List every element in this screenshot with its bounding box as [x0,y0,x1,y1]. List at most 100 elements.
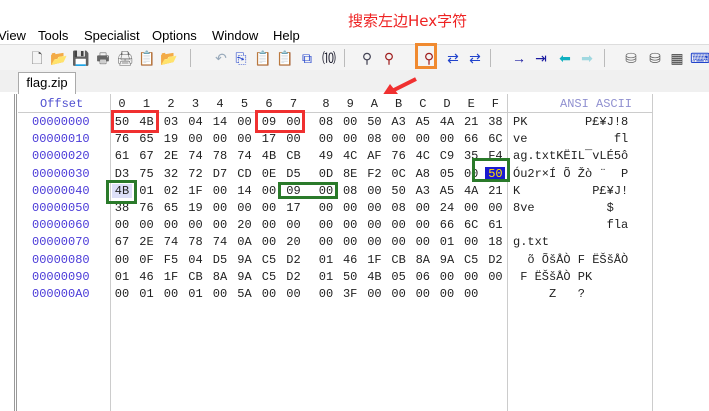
hex-byte[interactable]: A5 [437,184,457,198]
hex-byte[interactable]: CB [284,149,304,163]
hex-byte[interactable]: 00 [364,287,384,301]
hex-byte[interactable]: 00 [389,132,409,146]
hex-byte[interactable]: 5A [235,287,255,301]
hex-byte[interactable]: 24 [437,201,457,215]
hex-byte[interactable]: 00 [413,287,433,301]
hex-byte[interactable]: 9A [235,253,255,267]
hex-byte[interactable]: 78 [186,235,206,249]
hex-byte[interactable]: 4B [259,149,279,163]
hex-byte[interactable]: 01 [137,184,157,198]
hex-byte[interactable]: C5 [461,253,481,267]
hex-byte[interactable]: 00 [461,201,481,215]
hex-byte[interactable]: 08 [340,184,360,198]
hex-byte[interactable]: 00 [389,235,409,249]
hex-byte[interactable]: 0F [137,253,157,267]
hex-byte[interactable]: D7 [210,167,230,181]
hex-byte[interactable]: 00 [461,287,481,301]
hex-byte[interactable]: 00 [210,184,230,198]
hex-byte[interactable]: 01 [437,235,457,249]
hex-byte[interactable]: 17 [284,201,304,215]
hex-byte[interactable]: 00 [235,201,255,215]
menu-view[interactable]: View [0,28,26,43]
hex-byte[interactable]: 4A [461,184,481,198]
hex-byte[interactable]: 00 [259,235,279,249]
tab-flag-zip[interactable]: flag.zip [18,72,76,95]
hex-byte[interactable]: 46 [340,253,360,267]
hex-byte[interactable]: 75 [137,167,157,181]
hex-byte[interactable]: 00 [186,218,206,232]
hex-byte[interactable]: A8 [413,167,433,181]
back-icon[interactable]: ⬅ [556,49,574,67]
hex-byte[interactable]: 00 [437,132,457,146]
menu-options[interactable]: Options [152,28,197,43]
hex-byte[interactable]: 00 [364,218,384,232]
hex-byte[interactable]: 08 [364,132,384,146]
hex-byte[interactable]: 67 [137,149,157,163]
hex-byte[interactable]: 66 [461,132,481,146]
hex-byte[interactable]: 76 [112,132,132,146]
keyboard-icon[interactable]: ⌨ [690,49,709,67]
hex-byte[interactable]: 00 [364,184,384,198]
new-file-icon[interactable]: 🗋 [28,49,46,67]
hex-byte[interactable]: 72 [186,167,206,181]
hex-byte[interactable]: 76 [137,201,157,215]
menu-window[interactable]: Window [212,28,258,43]
hex-byte[interactable]: 06 [413,270,433,284]
hex-byte[interactable]: D3 [112,167,132,181]
hex-byte[interactable]: 00 [210,201,230,215]
hex-byte[interactable]: 65 [137,132,157,146]
hex-byte[interactable]: C5 [259,253,279,267]
hex-byte[interactable]: 74 [210,235,230,249]
hex-byte[interactable]: 00 [112,253,132,267]
hex-byte[interactable]: 00 [210,132,230,146]
hex-byte[interactable]: 0A [235,235,255,249]
hex-byte[interactable]: D2 [485,253,505,267]
hex-byte[interactable]: 00 [413,218,433,232]
hex-byte[interactable]: 50 [340,270,360,284]
menu-help[interactable]: Help [273,28,300,43]
hex-byte[interactable]: 74 [186,149,206,163]
hex-byte[interactable]: 1F [364,253,384,267]
hex-byte[interactable]: 1F [186,184,206,198]
hex-byte[interactable]: 61 [112,149,132,163]
hex-byte[interactable]: 00 [340,235,360,249]
hex-byte[interactable]: 4C [340,149,360,163]
goto-icon[interactable]: → [510,49,528,67]
hex-byte[interactable]: 9A [437,253,457,267]
paste-icon[interactable]: 📋 [254,49,272,67]
hex-byte[interactable]: D2 [284,253,304,267]
hex-byte[interactable]: 6C [485,132,505,146]
hex-byte[interactable]: CB [389,253,409,267]
hex-byte[interactable]: 14 [210,115,230,129]
hex-byte[interactable]: 00 [413,132,433,146]
open-recent-icon[interactable]: 📂 [160,49,178,67]
hex-byte[interactable]: 8A [210,270,230,284]
hex-byte[interactable]: 46 [137,270,157,284]
copy-icon[interactable]: ⎘ [232,49,250,67]
hex-byte[interactable]: 00 [340,115,360,129]
find-text-icon[interactable]: ⚲ [380,49,398,67]
hex-byte[interactable]: D2 [284,270,304,284]
hex-byte[interactable]: 00 [186,132,206,146]
hex-byte[interactable]: 9A [235,270,255,284]
hex-byte[interactable]: A3 [413,184,433,198]
hex-byte[interactable]: 67 [112,235,132,249]
hex-byte[interactable]: 00 [485,201,505,215]
hex-byte[interactable]: 00 [161,287,181,301]
hex-byte[interactable]: 74 [161,235,181,249]
hex-byte[interactable]: 00 [112,218,132,232]
hex-byte[interactable]: 00 [137,218,157,232]
menu-specialist[interactable]: Specialist [84,28,140,43]
undo-icon[interactable]: ↶ [212,49,230,67]
hex-byte[interactable]: 00 [461,270,481,284]
hex-byte[interactable]: 21 [485,184,505,198]
hex-byte[interactable]: 01 [186,287,206,301]
hex-byte[interactable]: 50 [389,184,409,198]
hex-byte[interactable]: 00 [161,218,181,232]
hex-byte[interactable]: 04 [186,115,206,129]
hex-byte[interactable]: 08 [389,201,409,215]
hex-byte[interactable]: 00 [389,218,409,232]
hex-byte[interactable]: 20 [235,218,255,232]
hex-byte[interactable]: 76 [389,149,409,163]
hex-byte[interactable]: 1F [161,270,181,284]
